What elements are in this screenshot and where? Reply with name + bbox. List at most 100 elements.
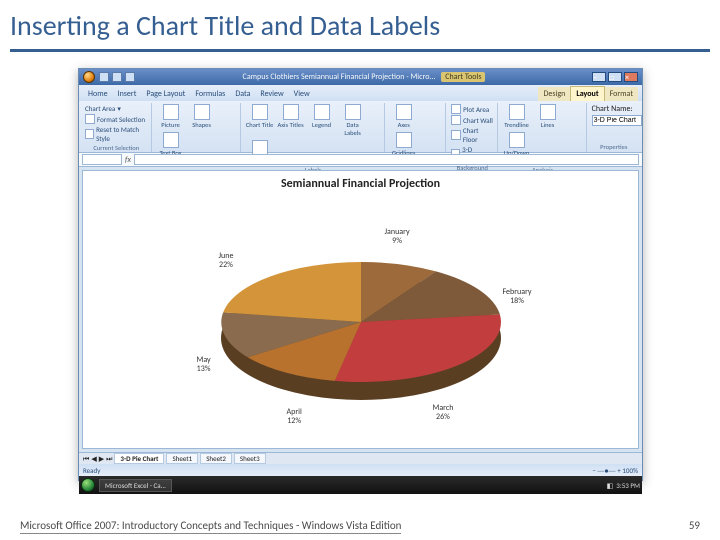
group-background: Plot Area Chart Wall Chart Floor 3-D Rot… [448, 103, 497, 152]
reset-style-icon [85, 129, 94, 139]
start-orb-icon[interactable] [81, 478, 95, 492]
chart-element-dropdown[interactable]: Chart Area ▾ [85, 104, 148, 113]
close-button[interactable]: × [624, 72, 638, 82]
data-label-june[interactable]: June22% [219, 252, 234, 270]
ribbon-tabs: Home Insert Page Layout Formulas Data Re… [79, 85, 642, 101]
data-labels-button[interactable]: Data Labels [339, 104, 367, 137]
data-label-february[interactable]: February18% [503, 288, 532, 306]
reset-style-button[interactable]: Reset to Match Style [85, 125, 148, 143]
shapes-button[interactable]: Shapes [188, 104, 216, 129]
page-number: 59 [689, 519, 700, 534]
qat-undo-icon[interactable] [112, 72, 122, 82]
contextual-tool-badge: Chart Tools [441, 72, 485, 82]
data-label-may[interactable]: May13% [197, 356, 211, 374]
axes-icon [396, 104, 412, 120]
zoom-slider[interactable]: ──●── [597, 466, 615, 475]
group-insert: Picture Shapes Text Box Insert [154, 103, 241, 152]
format-selection-button[interactable]: Format Selection [85, 114, 148, 124]
lines-icon [540, 104, 556, 120]
maximize-button[interactable]: □ [608, 72, 622, 82]
zoom-in-icon[interactable]: + [617, 466, 621, 475]
tab-chart-layout[interactable]: Layout [570, 86, 604, 101]
formula-input[interactable] [134, 154, 639, 165]
chart-title[interactable]: Semiannual Financial Projection [83, 171, 638, 191]
data-label-march[interactable]: March26% [433, 404, 454, 422]
chart-floor-button[interactable]: Chart Floor [451, 126, 493, 144]
data-label-january[interactable]: January9% [385, 228, 410, 246]
group-labels: Chart Title Axis Titles Legend Data Labe… [243, 103, 385, 152]
sheet-tab-2[interactable]: Sheet2 [200, 453, 232, 464]
office-orb-icon[interactable] [83, 71, 95, 83]
axes-button[interactable]: Axes [390, 104, 418, 129]
data-labels-icon [345, 104, 361, 120]
tab-chart-design[interactable]: Design [538, 87, 570, 101]
chart-area[interactable]: Semiannual Financial Projection Janua [82, 170, 639, 449]
zoom-out-icon[interactable]: − [592, 466, 596, 475]
picture-button[interactable]: Picture [157, 104, 185, 129]
chart-title-icon [252, 104, 268, 120]
chart-wall-icon [451, 115, 461, 125]
gridlines-icon [396, 132, 412, 148]
tab-home[interactable]: Home [83, 87, 113, 101]
excel-window: Campus Clothiers Semiannual Financial Pr… [78, 68, 643, 481]
sheet-tab-pie[interactable]: 3-D Pie Chart [114, 453, 164, 464]
updown-icon [509, 132, 525, 148]
fx-icon[interactable]: fx [125, 155, 131, 165]
group-label-current-selection: Current Selection [85, 143, 148, 152]
qat-save-icon[interactable] [99, 72, 109, 82]
tab-view[interactable]: View [289, 87, 315, 101]
format-selection-icon [85, 114, 95, 124]
window-title: Campus Clothiers Semiannual Financial Pr… [138, 72, 590, 82]
title-rule [10, 49, 710, 52]
textbox-icon [163, 132, 179, 148]
pie-chart[interactable]: January9% February18% March26% April12% … [201, 226, 521, 426]
formula-bar: fx [79, 153, 642, 167]
group-current-selection: Chart Area ▾ Format Selection Reset to M… [82, 103, 152, 152]
group-axes: Axes Gridlines Axes [387, 103, 446, 152]
tab-chart-format[interactable]: Format [605, 87, 638, 101]
trendline-button[interactable]: Trendline [503, 104, 531, 129]
ribbon: Chart Area ▾ Format Selection Reset to M… [79, 101, 642, 153]
axis-titles-button[interactable]: Axis Titles [277, 104, 305, 129]
axis-titles-icon [283, 104, 299, 120]
status-ready: Ready [83, 466, 100, 475]
tray-clock[interactable]: 3:53 PM [616, 481, 640, 490]
sheet-nav-prev-icon[interactable]: ◀ [91, 454, 96, 463]
tray-icon[interactable]: ◧ [607, 481, 614, 490]
chart-name-label: Chart Name: [592, 104, 633, 114]
tab-insert[interactable]: Insert [113, 87, 142, 101]
qat-redo-icon[interactable] [125, 72, 135, 82]
group-label-properties: Properties [592, 142, 636, 151]
slice-june[interactable] [223, 262, 361, 322]
sheet-nav-first-icon[interactable]: ⏮ [83, 454, 89, 464]
name-box[interactable] [82, 154, 122, 165]
legend-button[interactable]: Legend [308, 104, 336, 129]
sheet-tab-1[interactable]: Sheet1 [166, 453, 198, 464]
status-bar: Ready − ──●── + 100% [79, 464, 642, 476]
titlebar: Campus Clothiers Semiannual Financial Pr… [79, 69, 642, 85]
legend-icon [314, 104, 330, 120]
tab-review[interactable]: Review [255, 87, 288, 101]
tab-data[interactable]: Data [230, 87, 255, 101]
chart-floor-icon [451, 130, 461, 140]
slide-footer: Microsoft Office 2007: Introductory Conc… [0, 519, 720, 534]
sheet-tab-3[interactable]: Sheet3 [234, 453, 266, 464]
tab-page-layout[interactable]: Page Layout [141, 87, 190, 101]
taskbar: Microsoft Excel - Ca... ◧ 3:53 PM [79, 476, 642, 494]
footer-text: Microsoft Office 2007: Introductory Conc… [20, 519, 401, 534]
data-label-april[interactable]: April12% [287, 408, 302, 426]
sheet-nav-last-icon[interactable]: ⏭ [106, 454, 112, 464]
plot-area-button[interactable]: Plot Area [451, 104, 493, 114]
chart-title-button[interactable]: Chart Title [246, 104, 274, 129]
zoom-level[interactable]: 100% [622, 466, 638, 475]
tab-formulas[interactable]: Formulas [190, 87, 230, 101]
lines-button[interactable]: Lines [534, 104, 562, 129]
chart-wall-button[interactable]: Chart Wall [451, 115, 493, 125]
sheet-nav-next-icon[interactable]: ▶ [99, 454, 104, 463]
taskbar-excel-button[interactable]: Microsoft Excel - Ca... [99, 479, 172, 492]
trendline-icon [509, 104, 525, 120]
chart-name-input[interactable] [592, 115, 642, 126]
minimize-button[interactable]: – [592, 72, 606, 82]
sheet-tab-bar: ⏮ ◀ ▶ ⏭ 3-D Pie Chart Sheet1 Sheet2 Shee… [79, 452, 642, 464]
plot-area-icon [451, 104, 461, 114]
